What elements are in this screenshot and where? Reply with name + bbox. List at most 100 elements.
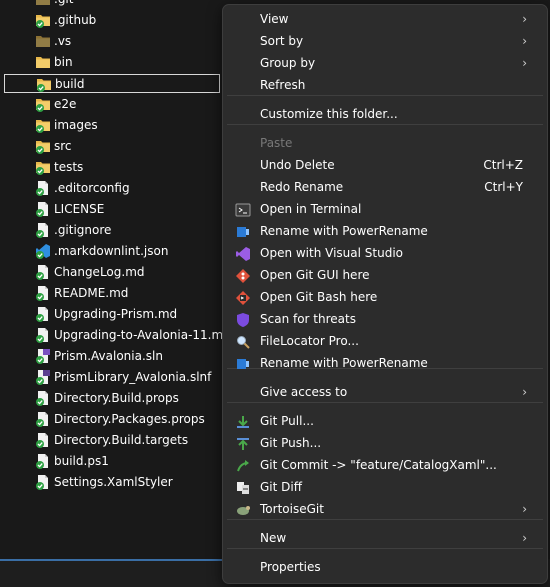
explorer-item[interactable]: .git [4,0,220,9]
menu-item-label: Git Pull... [260,414,314,428]
menu-item[interactable]: Group by › [227,53,543,75]
folder-synced-icon [35,117,51,133]
menu-item-label: Properties [260,560,321,574]
file-synced-icon [35,453,51,469]
file-synced-icon [35,201,51,217]
menu-item: Paste [227,133,543,155]
menu-item-label: Rename with PowerRename [260,356,428,370]
explorer-item-label: ChangeLog.md [54,265,145,279]
explorer-item[interactable]: .gitignore [4,221,220,240]
explorer-item-label: Upgrading-to-Avalonia-11.md [54,328,231,342]
chevron-right-icon: › [522,502,527,516]
explorer-item-label: PrismLibrary_Avalonia.slnf [54,370,212,384]
explorer-item[interactable]: images [4,116,220,135]
menu-item-label: Git Commit -> "feature/CatalogXaml"... [260,458,497,472]
explorer-item-label: Settings.XamlStyler [54,475,173,489]
explorer-item[interactable]: LICENSE [4,200,220,219]
explorer-item-label: .github [54,13,97,27]
git-bash-icon [235,290,251,306]
explorer-item[interactable]: Directory.Build.props [4,389,220,408]
menu-item[interactable]: Git Pull... [227,411,543,433]
explorer-item[interactable]: Directory.Packages.props [4,410,220,429]
context-menu: View › Sort by › Group by › Refresh Customize t… [222,4,548,584]
menu-item-label: Open Git GUI here [260,268,370,282]
explorer-item[interactable]: .markdownlint.json [4,242,220,261]
hidden-folder-icon [35,0,51,7]
menu-item[interactable]: New › [227,528,543,550]
git-push-icon [235,436,251,452]
menu-item-label: Rename with PowerRename [260,224,428,238]
explorer-item[interactable]: bin [4,53,220,72]
menu-item[interactable]: Rename with PowerRename [227,353,543,375]
powerrename-icon [235,356,251,372]
menu-item-label: View [260,12,289,26]
explorer-item[interactable]: README.md [4,284,220,303]
explorer-item-label: tests [54,160,84,174]
explorer-item-label: .vs [54,34,72,48]
explorer-item-label: build.ps1 [54,454,109,468]
menu-item[interactable]: Git Push... [227,433,543,455]
slnf-file-synced-icon [35,369,51,385]
menu-item[interactable]: Open with Visual Studio [227,243,543,265]
menu-item[interactable]: Open in Terminal [227,199,543,221]
explorer-item[interactable]: PrismLibrary_Avalonia.slnf [4,368,220,387]
explorer-item-label: Upgrading-Prism.md [54,307,178,321]
menu-item[interactable]: Open Git GUI here [227,265,543,287]
menu-item[interactable]: Redo Rename Ctrl+Y [227,177,543,199]
explorer-item[interactable]: Upgrading-to-Avalonia-11.md [4,326,231,345]
folder-synced-icon [35,159,51,175]
menu-item[interactable]: Customize this folder... [227,104,543,126]
magnifier-icon [235,334,251,350]
menu-item[interactable]: TortoiseGit › [227,499,543,521]
explorer-item[interactable]: build.ps1 [4,452,220,471]
menu-item[interactable]: Properties [227,557,543,579]
explorer-item-label: README.md [54,286,129,300]
file-synced-icon [35,264,51,280]
menu-item-label: Sort by [260,34,304,48]
menu-item-label: TortoiseGit [260,502,324,516]
explorer-item[interactable]: Directory.Build.targets [4,431,220,450]
explorer-item-label: .git [54,0,73,6]
explorer-item-label: build [55,77,85,91]
file-synced-icon [35,306,51,322]
menu-item[interactable]: Scan for threats [227,309,543,331]
menu-item-label: New [260,531,287,545]
menu-item[interactable]: Open Git Bash here [227,287,543,309]
explorer-item[interactable]: .vs [4,32,220,51]
visual-studio-icon [235,246,251,262]
explorer-item-label: Directory.Build.props [54,391,179,405]
menu-item-shortcut: Ctrl+Z [483,158,523,172]
explorer-item[interactable]: Upgrading-Prism.md [4,305,220,324]
explorer-item[interactable]: Settings.XamlStyler [4,473,220,492]
menu-item[interactable]: View › [227,9,543,31]
file-synced-icon [35,411,51,427]
explorer-item[interactable]: src [4,137,220,156]
file-explorer-list: .git .github .vs bin build e2e images src tests.… [0,0,231,587]
menu-item[interactable]: Rename with PowerRename [227,221,543,243]
explorer-item[interactable]: ChangeLog.md [4,263,220,282]
menu-item[interactable]: FileLocator Pro... [227,331,543,353]
explorer-item[interactable]: Prism.Avalonia.sln [4,347,220,366]
menu-item[interactable]: Refresh [227,75,543,97]
folder-synced-icon [35,12,51,28]
menu-item[interactable]: Undo Delete Ctrl+Z [227,155,543,177]
file-synced-icon [35,285,51,301]
menu-item[interactable]: Give access to › [227,382,543,404]
explorer-item[interactable]: build [4,74,220,93]
explorer-item[interactable]: tests [4,158,220,177]
explorer-item[interactable]: e2e [4,95,220,114]
menu-item[interactable]: Sort by › [227,31,543,53]
explorer-item[interactable]: .github [4,11,220,30]
menu-item-label: Git Push... [260,436,322,450]
explorer-item-label: bin [54,55,73,69]
git-commit-icon [235,458,251,474]
menu-item-label: Open in Terminal [260,202,362,216]
menu-item-label: Give access to [260,385,348,399]
vscode-file-synced-icon [35,243,51,259]
explorer-item[interactable]: .editorconfig [4,179,220,198]
menu-item-label: Open Git Bash here [260,290,378,304]
menu-item[interactable]: Git Commit -> "feature/CatalogXaml"... [227,455,543,477]
git-gui-icon [235,268,251,284]
menu-item[interactable]: Git Diff [227,477,543,499]
explorer-item-label: Prism.Avalonia.sln [54,349,163,363]
